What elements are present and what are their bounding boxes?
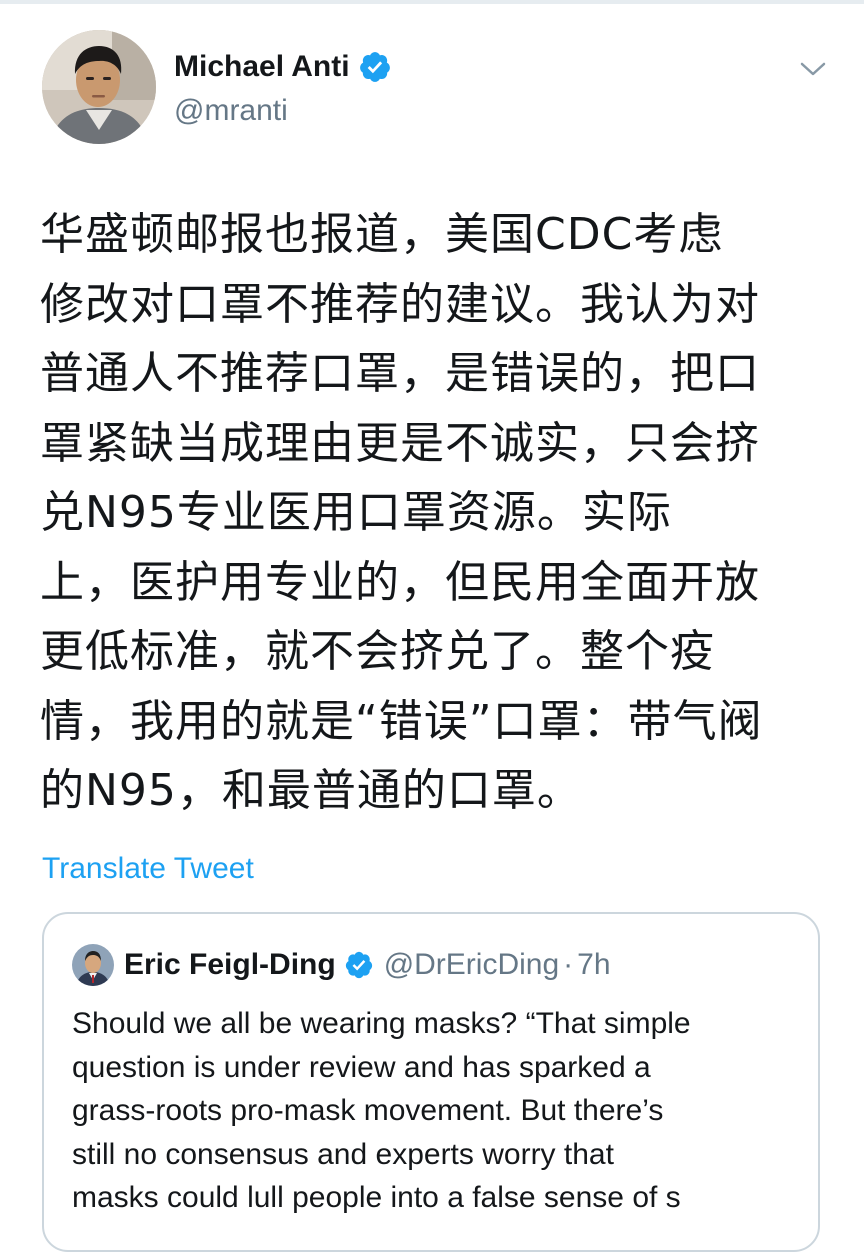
author-display-name[interactable]: Michael Anti	[174, 50, 350, 84]
quoted-author-name[interactable]: Eric Feigl-Ding	[124, 948, 336, 982]
author-avatar[interactable]	[42, 30, 156, 144]
quoted-text-line: question is under review and has sparked…	[72, 1050, 651, 1084]
quoted-tweet-text: Should we all be wearing masks? “That si…	[72, 1002, 812, 1220]
quoted-author-handle[interactable]: @DrEricDing	[384, 948, 559, 982]
tweet-text-line: 普通人不推荐口罩，是错误的，把口	[40, 348, 760, 399]
tweet-text-line: 情，我用的就是“错误”口罩：带气阀	[40, 695, 763, 747]
quoted-text-line: still no consensus and experts worry tha…	[72, 1137, 614, 1171]
tweet-text: 华盛顿邮报也报道，美国CDC考虑 修改对口罩不推荐的建议。我认为对 普通人不推荐…	[40, 200, 830, 826]
quoted-text-line: grass-roots pro-mask movement. But there…	[72, 1094, 664, 1127]
quoted-verified-badge-icon	[345, 951, 372, 979]
tweet-text-line: 上，医护用专业的，但民用全面开放	[40, 556, 760, 608]
verified-badge-icon	[359, 52, 390, 82]
tweet-text-line: 罩紧缺当成理由更是不诚实，只会挤	[40, 417, 760, 469]
tweet-text-line: 更低标准，就不会挤兑了。整个疫	[40, 626, 715, 677]
quoted-author-avatar[interactable]	[72, 944, 114, 986]
tweet-menu-button[interactable]	[796, 56, 830, 82]
tweet-text-line: 的N95，和最普通的口罩。	[40, 765, 582, 816]
quoted-tweet-card[interactable]: Eric Feigl-Ding @DrEricDing · 7h Should …	[42, 912, 820, 1252]
author-handle[interactable]: @mranti	[174, 94, 288, 128]
quoted-timestamp[interactable]: 7h	[577, 948, 610, 982]
quoted-text-line: Should we all be wearing masks? “That si…	[72, 1007, 691, 1040]
quoted-text-line: masks could lull people into a false sen…	[72, 1181, 681, 1214]
tweet-text-line: 兑N95专业医用口罩资源。实际	[40, 487, 672, 538]
tweet-text-line: 修改对口罩不推荐的建议。我认为对	[40, 278, 760, 330]
tweet-text-line: 华盛顿邮报也报道，美国CDC考虑	[40, 209, 724, 260]
avatar-photo	[42, 30, 156, 144]
quoted-avatar-photo	[72, 944, 114, 986]
quoted-meta-separator: ·	[563, 948, 574, 981]
quoted-tweet-header: Eric Feigl-Ding @DrEricDing · 7h	[72, 944, 611, 986]
chevron-down-icon	[800, 62, 826, 76]
translate-tweet-link[interactable]: Translate Tweet	[42, 852, 254, 886]
author-name-row[interactable]: Michael Anti	[174, 50, 392, 84]
top-divider	[0, 0, 864, 4]
